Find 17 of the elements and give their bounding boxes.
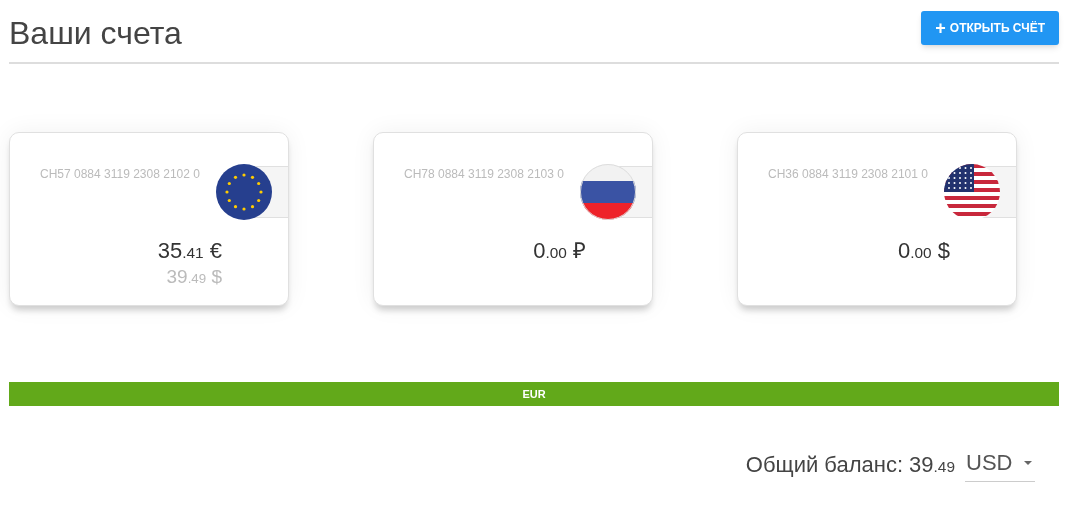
currency-select[interactable]: USD [965,446,1035,482]
dropdown-caret-icon [1024,460,1033,465]
account-card[interactable]: CH36 0884 3119 2308 2101 0 0.00 $ [737,132,1017,306]
total-balance: Общий баланс: 39.49 [745,450,955,479]
currency-bar: EUR [9,382,1059,406]
account-card[interactable]: CH78 0884 3119 2308 2103 0 0.00 ₽ [373,132,653,306]
account-number: CH36 0884 3119 2308 2101 0 [768,166,928,183]
converted-balance: 39.49 $ [165,264,222,289]
page-title: Ваши счета [9,14,182,53]
account-card[interactable]: CH57 0884 3119 2308 2102 0 35.41 € 39.49 $ [9,132,289,306]
account-balance: 35.41 € [157,237,222,265]
account-number: CH57 0884 3119 2308 2102 0 [40,166,200,183]
account-number: CH78 0884 3119 2308 2103 0 [404,166,564,183]
flag-icon [580,164,636,220]
flag-icon [216,164,272,220]
account-balance: 0.00 $ [898,237,950,265]
account-balance: 0.00 ₽ [533,237,586,265]
